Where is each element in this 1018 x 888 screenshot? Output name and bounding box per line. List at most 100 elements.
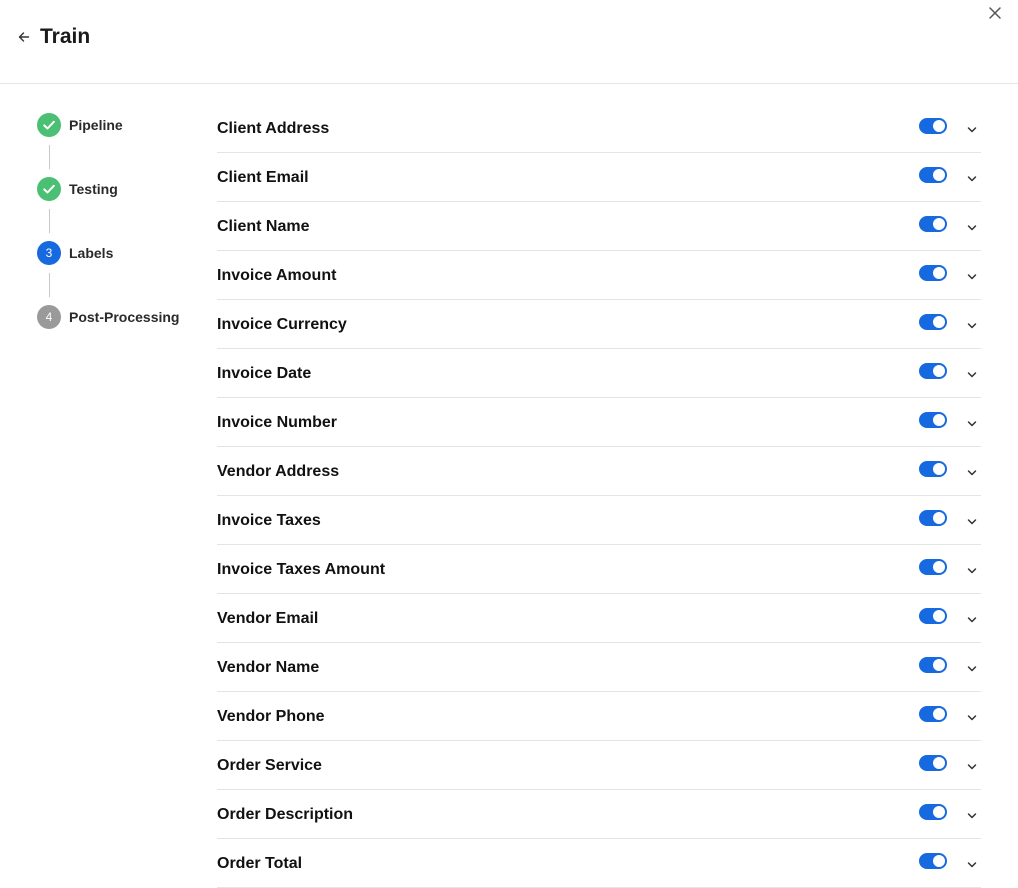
label-enabled-toggle[interactable] <box>919 461 947 477</box>
label-name: Vendor Address <box>217 463 340 480</box>
label-enabled-toggle[interactable] <box>919 216 947 232</box>
label-row: Invoice Number <box>217 398 981 447</box>
label-enabled-toggle[interactable] <box>919 804 947 820</box>
step-label: Testing <box>69 181 118 197</box>
label-name: Invoice Taxes <box>217 512 321 529</box>
label-row: Invoice Taxes <box>217 496 981 545</box>
chevron-down-icon[interactable] <box>964 220 980 236</box>
chevron-down-icon[interactable] <box>964 857 980 873</box>
label-row: Invoice Taxes Amount <box>217 545 981 594</box>
checkmark-icon <box>43 184 55 194</box>
label-row: Vendor Phone <box>217 692 981 741</box>
label-enabled-toggle[interactable] <box>919 608 947 624</box>
arrow-left-icon[interactable] <box>16 29 32 45</box>
toggle-knob <box>933 316 945 328</box>
label-name: Vendor Phone <box>217 708 325 725</box>
toggle-knob <box>933 120 945 132</box>
chevron-down-icon[interactable] <box>964 269 980 285</box>
label-name: Vendor Email <box>217 610 319 627</box>
close-icon[interactable] <box>987 5 1003 21</box>
step-pipeline[interactable]: Pipeline <box>37 113 207 177</box>
toggle-knob <box>933 463 945 475</box>
label-name: Invoice Date <box>217 365 312 382</box>
step-labels[interactable]: 3 Labels <box>37 241 207 305</box>
label-name: Vendor Name <box>217 659 320 676</box>
toggle-knob <box>933 659 945 671</box>
page-header: Train <box>0 0 1018 84</box>
toggle-knob <box>933 169 945 181</box>
label-row: Vendor Email <box>217 594 981 643</box>
label-name: Client Email <box>217 169 309 186</box>
toggle-knob <box>933 806 945 818</box>
page-title: Train <box>40 25 91 48</box>
step-navigation: Pipeline Testing 3 Labels 4 Post-Process… <box>37 113 207 369</box>
toggle-knob <box>933 365 945 377</box>
label-enabled-toggle[interactable] <box>919 657 947 673</box>
label-enabled-toggle[interactable] <box>919 755 947 771</box>
chevron-down-icon[interactable] <box>964 465 980 481</box>
label-enabled-toggle[interactable] <box>919 510 947 526</box>
label-enabled-toggle[interactable] <box>919 706 947 722</box>
label-row: Order Description <box>217 790 981 839</box>
label-row: Vendor Address <box>217 447 981 496</box>
label-row: Invoice Currency <box>217 300 981 349</box>
label-name: Invoice Amount <box>217 267 337 284</box>
toggle-knob <box>933 708 945 720</box>
chevron-down-icon[interactable] <box>964 318 980 334</box>
chevron-down-icon[interactable] <box>964 171 980 187</box>
step-circle-done <box>37 113 61 137</box>
chevron-down-icon[interactable] <box>964 122 980 138</box>
checkmark-icon <box>43 120 55 130</box>
step-number: 4 <box>37 305 61 329</box>
label-row: Vendor Name <box>217 643 981 692</box>
chevron-down-icon[interactable] <box>964 661 980 677</box>
label-row: Client Email <box>217 153 981 202</box>
chevron-down-icon[interactable] <box>964 710 980 726</box>
label-name: Invoice Number <box>217 414 338 431</box>
label-name: Order Service <box>217 757 322 774</box>
step-post-processing[interactable]: 4 Post-Processing <box>37 305 207 369</box>
step-connector <box>49 145 50 169</box>
step-number: 3 <box>37 241 61 265</box>
step-connector <box>49 273 50 297</box>
label-row: Order Service <box>217 741 981 790</box>
step-label: Labels <box>69 245 114 261</box>
toggle-knob <box>933 610 945 622</box>
label-enabled-toggle[interactable] <box>919 559 947 575</box>
label-enabled-toggle[interactable] <box>919 167 947 183</box>
toggle-knob <box>933 267 945 279</box>
chevron-down-icon[interactable] <box>964 367 980 383</box>
label-enabled-toggle[interactable] <box>919 412 947 428</box>
label-row: Client Address <box>217 104 981 153</box>
chevron-down-icon[interactable] <box>964 612 980 628</box>
chevron-down-icon[interactable] <box>964 416 980 432</box>
step-testing[interactable]: Testing <box>37 177 207 241</box>
chevron-down-icon[interactable] <box>964 759 980 775</box>
label-enabled-toggle[interactable] <box>919 265 947 281</box>
step-label: Post-Processing <box>69 309 180 325</box>
label-name: Order Description <box>217 806 354 823</box>
chevron-down-icon[interactable] <box>964 808 980 824</box>
label-name: Client Name <box>217 218 310 235</box>
label-enabled-toggle[interactable] <box>919 853 947 869</box>
chevron-down-icon[interactable] <box>964 514 980 530</box>
step-label: Pipeline <box>69 117 123 133</box>
step-circle-done <box>37 177 61 201</box>
label-name: Order Total <box>217 855 303 872</box>
label-enabled-toggle[interactable] <box>919 363 947 379</box>
label-row: Invoice Amount <box>217 251 981 300</box>
toggle-knob <box>933 512 945 524</box>
label-row: Invoice Date <box>217 349 981 398</box>
toggle-knob <box>933 561 945 573</box>
toggle-knob <box>933 414 945 426</box>
label-name: Invoice Currency <box>217 316 347 333</box>
step-connector <box>49 209 50 233</box>
toggle-knob <box>933 757 945 769</box>
chevron-down-icon[interactable] <box>964 563 980 579</box>
label-enabled-toggle[interactable] <box>919 118 947 134</box>
label-enabled-toggle[interactable] <box>919 314 947 330</box>
label-name: Client Address <box>217 120 330 137</box>
toggle-knob <box>933 218 945 230</box>
toggle-knob <box>933 855 945 867</box>
label-name: Invoice Taxes Amount <box>217 561 386 578</box>
